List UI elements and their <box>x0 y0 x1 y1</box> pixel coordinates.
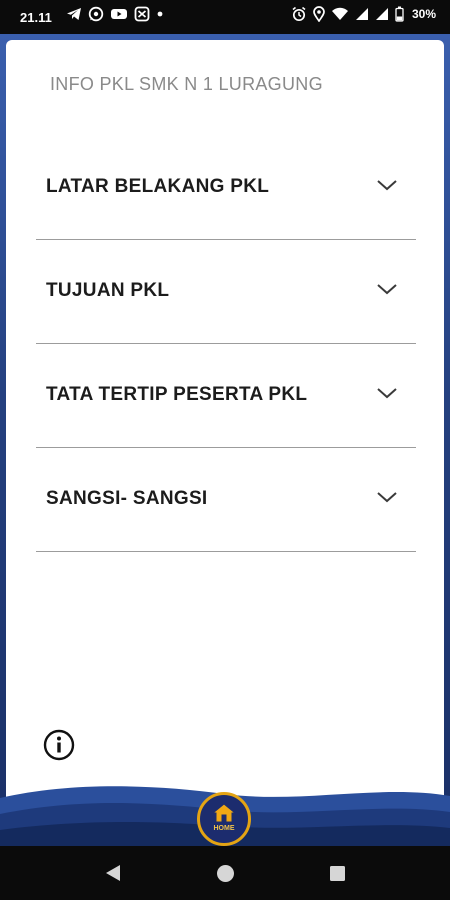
notification-icons <box>66 6 164 22</box>
whatsapp-icon <box>88 6 104 22</box>
home-icon[interactable] <box>216 864 235 883</box>
battery-percent: 30% <box>411 7 436 21</box>
system-icons: 30% <box>291 6 436 22</box>
chevron-down-icon <box>377 388 397 399</box>
app-frame: INFO PKL SMK N 1 LURAGUNG LATAR BELAKANG… <box>0 34 450 846</box>
youtube-icon <box>111 9 127 19</box>
section-label: SANGSI- SANGSI <box>46 488 208 509</box>
section-label: TUJUAN PKL <box>46 280 170 301</box>
chevron-down-icon <box>377 284 397 295</box>
section-label: LATAR BELAKANG PKL <box>46 176 270 197</box>
page-title: INFO PKL SMK N 1 LURAGUNG <box>50 74 323 94</box>
signal-icon <box>375 8 388 20</box>
telegram-icon <box>67 8 81 20</box>
alarm-icon <box>292 6 306 22</box>
back-icon[interactable] <box>104 863 122 883</box>
house-icon <box>211 803 237 823</box>
battery-icon <box>395 6 404 22</box>
home-button[interactable]: HOME <box>197 792 251 846</box>
capcut-icon <box>134 6 150 22</box>
wifi-icon <box>331 7 348 21</box>
section-label: TATA TERTIP PESERTA PKL <box>46 384 308 405</box>
section-list: LATAR BELAKANG PKL TUJUAN PKL TATA TERTI… <box>36 136 416 552</box>
content-card: INFO PKL SMK N 1 LURAGUNG LATAR BELAKANG… <box>6 40 444 810</box>
section-latar-belakang[interactable]: LATAR BELAKANG PKL <box>36 136 416 240</box>
section-tujuan[interactable]: TUJUAN PKL <box>36 240 416 344</box>
status-bar: 21.11 30% <box>0 0 450 34</box>
chevron-down-icon <box>377 180 397 191</box>
home-label: HOME <box>213 825 235 832</box>
signal-icon <box>355 8 368 20</box>
info-icon[interactable] <box>42 728 76 762</box>
recents-icon[interactable] <box>329 865 346 882</box>
chevron-down-icon <box>377 492 397 503</box>
status-time: 21.11 <box>20 10 52 25</box>
location-icon <box>313 6 325 22</box>
system-nav-bar <box>0 846 450 900</box>
section-tata-tertib[interactable]: TATA TERTIP PESERTA PKL <box>36 344 416 448</box>
dot-icon <box>157 11 163 17</box>
section-sangsi[interactable]: SANGSI- SANGSI <box>36 448 416 552</box>
